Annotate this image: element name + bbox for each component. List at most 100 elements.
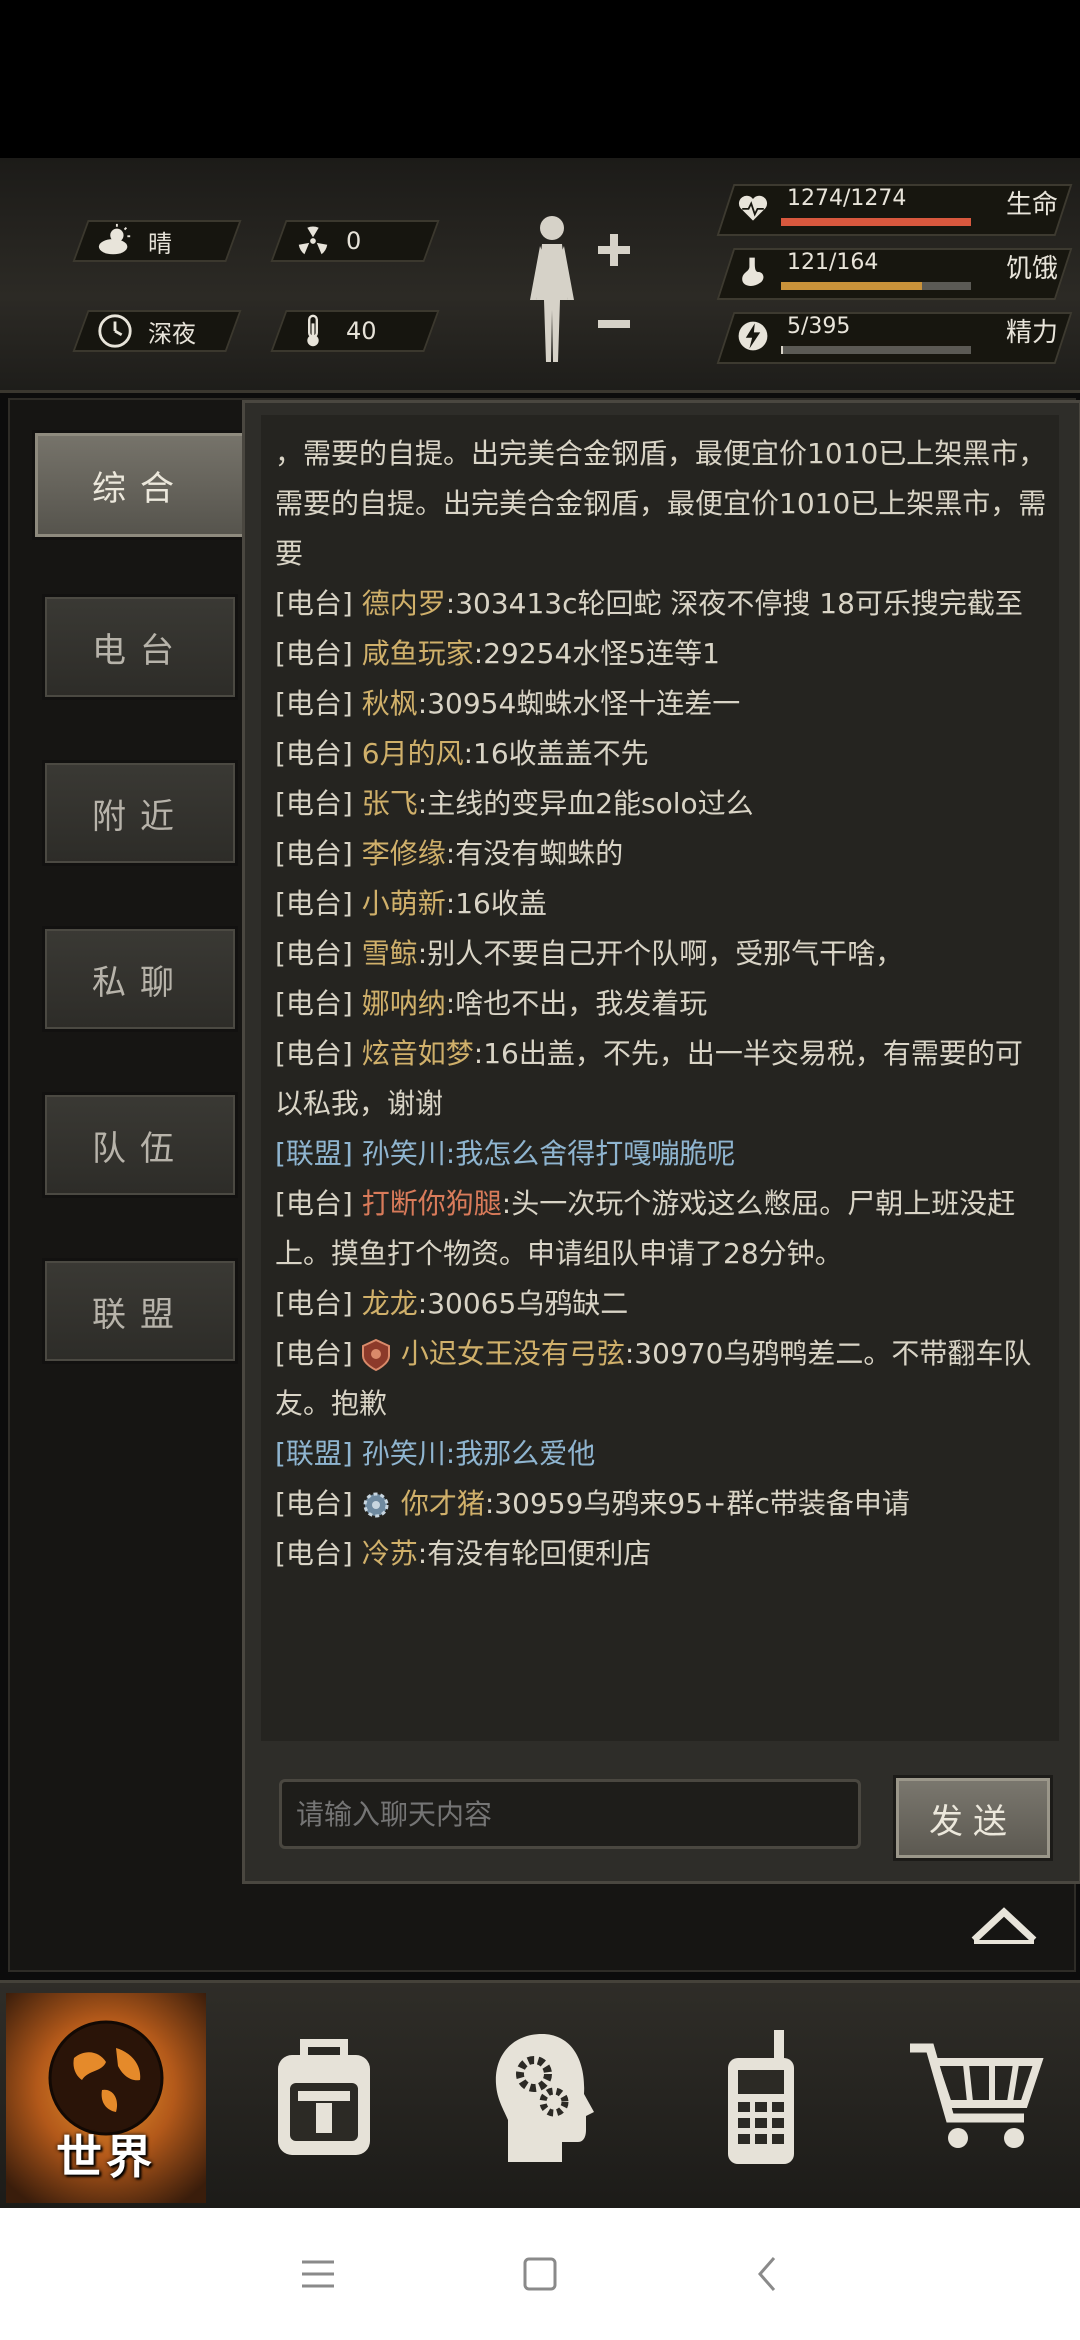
cloud-sun-icon [98,223,131,255]
chat-message: [联盟] 孙笑川:我怎么舍得打嘎嘣脆呢 [275,1137,736,1170]
username[interactable]: 德内罗 [362,587,446,620]
energy-icon [738,321,768,351]
hunger-bar-fill [781,282,922,290]
nav-shop-button[interactable] [876,1993,1076,2203]
username[interactable]: 打断你狗腿 [362,1187,502,1220]
tab-alliance[interactable]: 联盟 [42,1258,238,1364]
channel-tag: [联盟] [275,1137,353,1170]
channel-tag: [电台] [275,987,353,1020]
nav-radio-button[interactable] [660,1993,860,2203]
channel-tag: [电台] [275,637,353,670]
channel-tag: [电台] [275,687,353,720]
chat-message: [电台] 雪鲸:别人不要自己开个队啊，受那气干啥， [275,937,904,970]
radio-walkie-icon [728,2030,794,2164]
health-value: 1274/1274 [787,186,907,211]
username[interactable]: 你才猪 [401,1487,485,1520]
channel-tag: [电台] [275,837,353,870]
chat-message: [电台] 娜呐纳:啥也不出，我发着玩 [275,987,708,1020]
tab-private[interactable]: 私聊 [42,926,238,1032]
channel-tag: [电台] [275,1537,353,1570]
health-bar-fill [781,218,971,226]
temperature-box: 40 [270,310,440,352]
time-box: 深夜 [72,310,242,352]
backpack-icon [278,2039,370,2155]
channel-tag: [电台] [275,1487,353,1520]
skills-head-icon [495,2034,594,2162]
username[interactable]: 李修缘 [362,837,446,870]
nav-backpack-button[interactable] [224,1993,424,2203]
hunger-bar [781,282,971,290]
energy-bar-fill [781,346,784,354]
home-icon[interactable] [518,2252,562,2296]
weather-box: 晴 [72,220,242,262]
status-bar [0,0,1080,158]
hunger-value: 121/164 [787,250,879,275]
chat-message: [联盟] 孙笑川:我那么爱他 [275,1437,596,1470]
username[interactable]: 孙笑川 [362,1137,446,1170]
username[interactable]: 龙龙 [362,1287,418,1320]
chat-message: [电台] 龙龙:30065乌鸦缺二 [275,1287,629,1320]
back-icon[interactable] [746,2252,790,2296]
username[interactable]: 秋枫 [362,687,418,720]
chat-input[interactable] [279,1779,861,1849]
chat-message: [电台] 6月的风:16收盖盖不先 [275,737,649,770]
username[interactable]: 咸鱼玩家 [362,637,474,670]
energy-label: 精力 [1005,318,1058,348]
stat-health: 1274/1274 生命 [716,184,1073,240]
send-button[interactable]: 发送 [893,1775,1053,1861]
chat-message: [电台] 咸鱼玩家:29254水怪5连等1 [275,637,720,670]
chat-message: [电台] 德内罗:303413c轮回蛇 深夜不停搜 18可乐搜完截至 [275,587,1023,620]
chat-message: [电台] 张飞:主线的变异血2能solo过么 [275,787,754,820]
clock-icon [98,314,132,348]
channel-tag: [电台] [275,887,353,920]
tab-radio[interactable]: 电台 [42,594,238,700]
stat-energy: 5/395 精力 [716,312,1073,368]
channel-tag: [电台] [275,1337,353,1370]
thermometer-icon [307,314,319,347]
heart-icon [738,195,768,221]
energy-value: 5/395 [787,314,851,339]
radiation-icon [298,226,328,255]
chat-message: [电台] 你才猪:30959乌鸦来95+群c带装备申请 [275,1487,910,1520]
username[interactable]: 雪鲸 [362,937,418,970]
username[interactable]: 6月的风 [362,737,464,770]
tab-team[interactable]: 队伍 [42,1092,238,1198]
health-bar [781,218,971,226]
tab-nearby[interactable]: 附近 [42,760,238,866]
stomach-icon [742,257,764,286]
username[interactable]: 张飞 [362,787,418,820]
gear-badge-icon [363,1492,389,1518]
radiation-value: 0 [346,227,362,255]
chat-message: [电台] 秋枫:30954蜘蛛水怪十连差一 [275,687,741,720]
chat-message: [电台] 冷苏:有没有轮回便利店 [275,1537,652,1570]
system-navigation-bar [0,2208,1080,2340]
username[interactable]: 炫音如梦 [362,1037,474,1070]
chat-message: [电台] 李修缘:有没有蜘蛛的 [275,837,624,870]
collapse-up-icon[interactable] [968,1900,1040,1946]
channel-tag: [电台] [275,937,353,970]
channel-tag: [电台] [275,1287,353,1320]
energy-bar [781,346,971,354]
channel-tag: [电台] [275,1187,353,1220]
tab-general[interactable]: 综合 [32,430,248,540]
channel-tag: [电台] [275,1037,353,1070]
chat-message: [电台] 小迟女王没有弓弦:30970乌鸦鸭差二。不带翻车队友。抱歉 [275,1337,1032,1420]
username[interactable]: 小萌新 [362,887,446,920]
menu-icon[interactable] [296,2252,340,2296]
nav-skills-button[interactable] [442,1993,642,2203]
chat-message: [电台] 小萌新:16收盖 [275,887,547,920]
username[interactable]: 孙笑川 [362,1437,446,1470]
shop-cart-icon [910,2043,1044,2148]
world-globe-icon [48,2020,164,2136]
username[interactable]: 冷苏 [362,1537,418,1570]
health-label: 生命 [1005,190,1058,220]
radiation-box: 0 [270,220,440,262]
channel-tag: [电台] [275,787,353,820]
username[interactable]: 娜呐纳 [362,987,446,1020]
channel-tag: [电台] [275,587,353,620]
weather-text: 晴 [148,229,172,258]
username[interactable]: 小迟女王没有弓弦 [401,1337,625,1370]
nav-world-button[interactable]: 世界 [6,1993,206,2203]
chat-log[interactable]: ，需要的自提。出完美合金钢盾，最便宜价1010已上架黑市，需要的自提。出完美合金… [261,415,1059,1741]
body-status-figure-icon[interactable] [520,210,630,370]
